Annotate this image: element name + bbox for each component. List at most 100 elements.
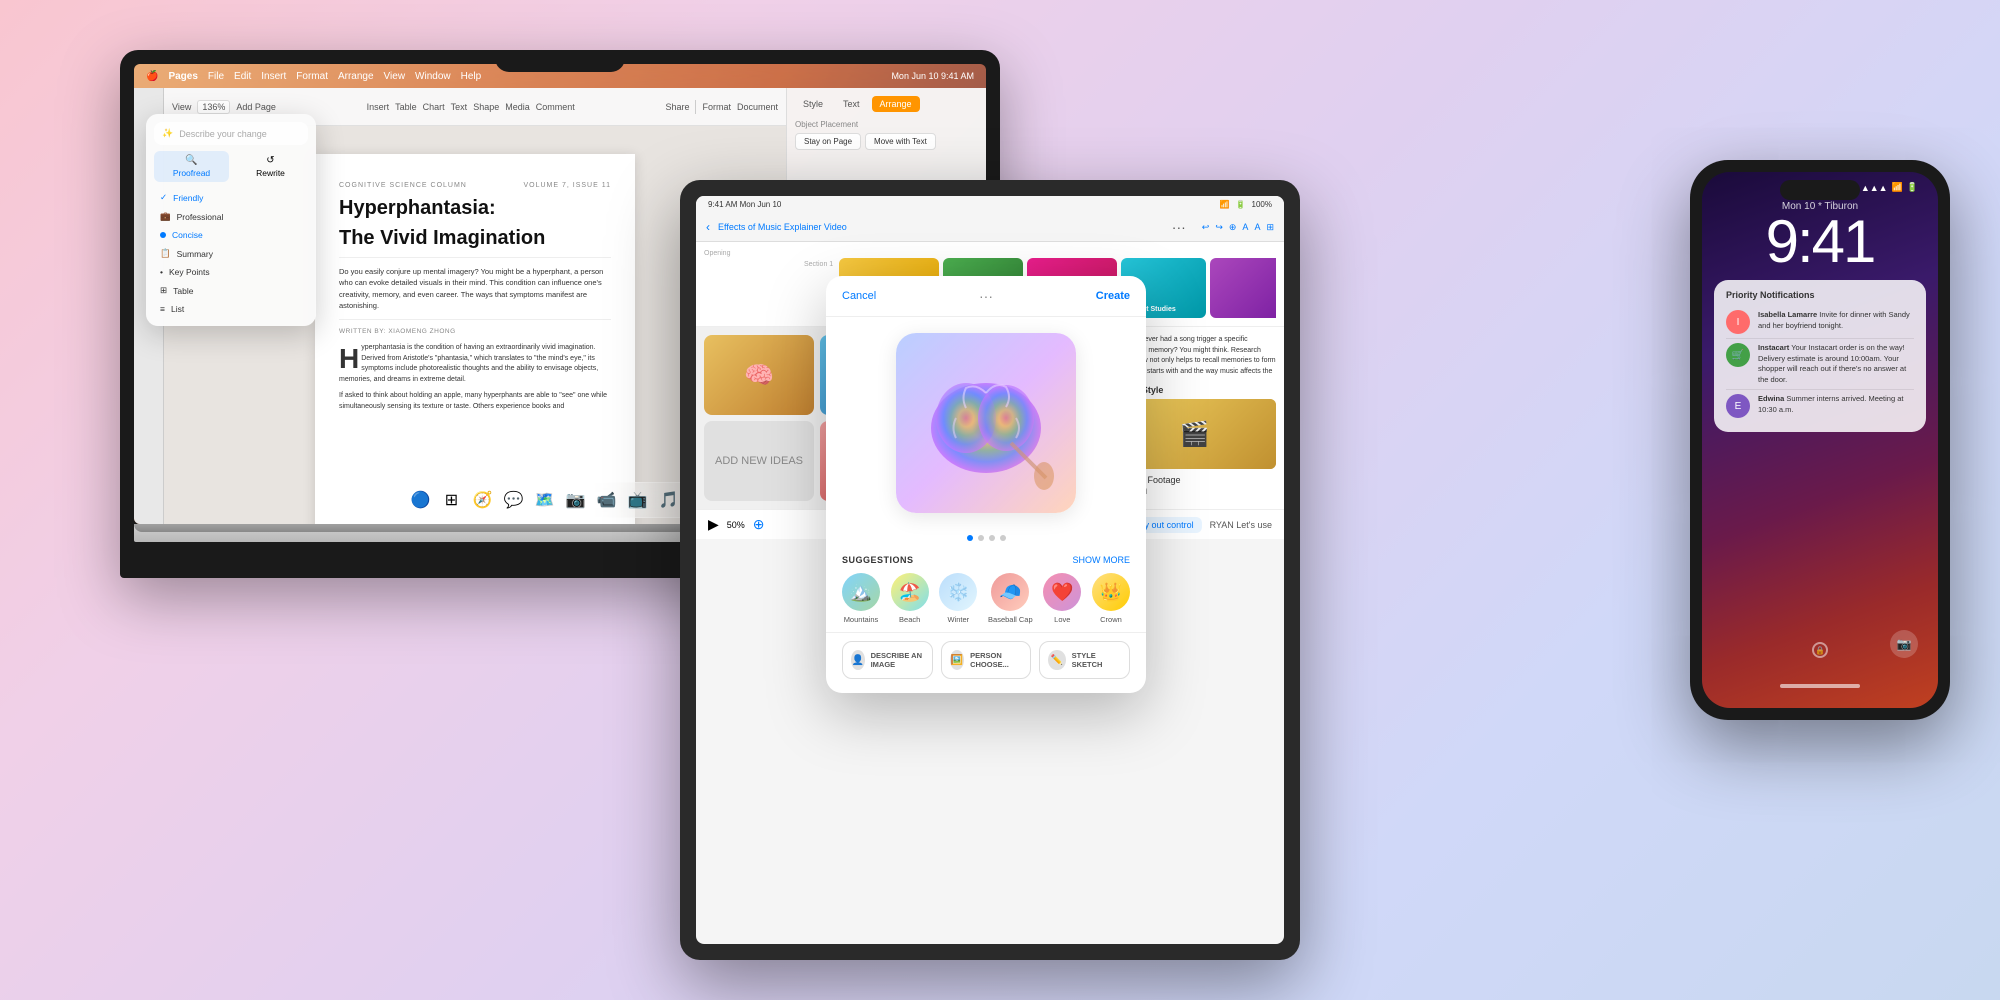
style-sketch-button[interactable]: ✏️ STYLE SKETCH	[1039, 641, 1130, 679]
doc-author: WRITTEN BY: XIAOMENG ZHONG	[339, 328, 611, 335]
ai-menu-professional[interactable]: 💼 Professional	[154, 207, 308, 226]
toolbar-zoom[interactable]: 136%	[197, 100, 230, 114]
menu-format[interactable]: Format	[296, 71, 328, 82]
modal-create-button[interactable]: Create	[1096, 290, 1130, 302]
dock-maps[interactable]: 🗺️	[531, 486, 559, 514]
toolbar-shape[interactable]: Shape	[473, 102, 499, 112]
image-glow	[896, 333, 1076, 513]
toolbar-chart[interactable]: Chart	[423, 102, 445, 112]
modal-suggestions: SUGGESTIONS SHOW MORE 🏔️ Mountains 🏖️ Be…	[826, 547, 1146, 632]
menu-window[interactable]: Window	[415, 71, 451, 82]
list-icon: ≡	[160, 304, 165, 314]
play-icon[interactable]: ▶	[708, 516, 719, 533]
baseball-label: Baseball Cap	[988, 615, 1033, 624]
ipad-more-icon[interactable]: ···	[1172, 219, 1186, 235]
timeline-opening-label: Opening	[704, 250, 833, 257]
modal-cancel-button[interactable]: Cancel	[842, 290, 876, 302]
ai-menu-summary[interactable]: 📋 Summary	[154, 244, 308, 263]
dock-safari[interactable]: 🧭	[469, 486, 497, 514]
zoom-control[interactable]: ⊕	[753, 516, 765, 533]
pages-document: COGNITIVE SCIENCE COLUMN VOLUME 7, ISSUE…	[315, 154, 635, 524]
crown-icon: 👑	[1092, 573, 1130, 611]
ai-menu-list[interactable]: ≡ List	[154, 300, 308, 318]
describe-image-button[interactable]: 👤 DESCRIBE AN IMAGE	[842, 641, 933, 679]
toolbar-share[interactable]: Share	[665, 102, 689, 112]
menu-file[interactable]: File	[208, 71, 224, 82]
dock-launchpad[interactable]: ⊞	[438, 486, 466, 514]
redo-icon[interactable]: ↪	[1215, 222, 1223, 233]
dock-music[interactable]: 🎵	[655, 486, 683, 514]
sketch-icon: ✏️	[1048, 650, 1065, 670]
toolbar-view[interactable]: View	[172, 102, 191, 112]
undo-icon[interactable]: ↩	[1202, 222, 1210, 233]
iphone-clock: 9:41	[1702, 212, 1938, 272]
rewrite-button[interactable]: ↺ Rewrite	[233, 151, 308, 182]
toolbar-media[interactable]: Media	[505, 102, 530, 112]
suggestions-title: SUGGESTIONS	[842, 555, 914, 565]
modal-bottom: 👤 DESCRIBE AN IMAGE 🖼️ PERSON CHOOSE... …	[826, 632, 1146, 693]
ipad-back-label[interactable]: Effects of Music Explainer Video	[718, 222, 847, 232]
dock-facetime[interactable]: 📹	[593, 486, 621, 514]
sparkle-icon: ✨	[162, 128, 173, 139]
clip-5[interactable]	[1210, 258, 1276, 318]
suggestion-love[interactable]: ❤️ Love	[1043, 573, 1081, 624]
ai-describe-input[interactable]: ✨ Describe your change	[154, 122, 308, 145]
ai-menu-table[interactable]: ⊞ Table	[154, 281, 308, 300]
doc-body-p2: If asked to think about holding an apple…	[339, 391, 611, 412]
menu-edit[interactable]: Edit	[234, 71, 251, 82]
camera-icon[interactable]: 📷	[1890, 630, 1918, 658]
suggestion-baseball[interactable]: 🧢 Baseball Cap	[988, 573, 1033, 624]
dock-messages[interactable]: 💬	[500, 486, 528, 514]
text-format-a-icon[interactable]: A	[1242, 222, 1248, 233]
show-more-button[interactable]: SHOW MORE	[1073, 555, 1131, 565]
ai-menu-friendly[interactable]: ✓ Friendly	[154, 188, 308, 207]
move-with-text-button[interactable]: Move with Text	[865, 133, 936, 150]
toolbar-document[interactable]: Document	[737, 102, 778, 112]
menu-arrange[interactable]: Arrange	[338, 71, 374, 82]
suggestion-winter[interactable]: ❄️ Winter	[939, 573, 977, 624]
toolbar-addpage[interactable]: Add Page	[236, 102, 276, 112]
modal-more-icon[interactable]: ···	[979, 288, 993, 304]
battery-pct: 100%	[1252, 200, 1272, 209]
toolbar-text[interactable]: Text	[451, 102, 468, 112]
instacart-avatar: 🛒	[1726, 343, 1750, 367]
edwina-text: Edwina Summer interns arrived. Meeting a…	[1758, 394, 1914, 415]
crown-label: Crown	[1092, 615, 1130, 624]
toolbar-comment[interactable]: Comment	[536, 102, 575, 112]
ipad-back-icon[interactable]: ‹	[706, 220, 710, 234]
dock-finder[interactable]: 🔵	[407, 486, 435, 514]
ai-placeholder: Describe your change	[179, 129, 267, 139]
baseball-icon: 🧢	[991, 573, 1029, 611]
suggestion-crown[interactable]: 👑 Crown	[1092, 573, 1130, 624]
wifi-icon: 📶	[1220, 200, 1230, 209]
proofread-button[interactable]: 🔍 Proofread	[154, 151, 229, 182]
person-choose-button[interactable]: 🖼️ PERSON CHOOSE...	[941, 641, 1032, 679]
menu-view[interactable]: View	[384, 71, 406, 82]
doc-body-main: H yperphantasia is the condition of havi…	[339, 343, 611, 385]
iphone: ▲▲▲ 📶 🔋 Mon 10 * Tiburon 9:41 Priority N…	[1690, 160, 1950, 720]
professional-icon: 💼	[160, 211, 171, 222]
toolbar-insert[interactable]: Insert	[367, 102, 390, 112]
lock-icon[interactable]: 🔒	[1812, 642, 1828, 658]
stay-on-page-button[interactable]: Stay on Page	[795, 133, 861, 150]
dock-tv[interactable]: 📺	[624, 486, 652, 514]
toolbar-format[interactable]: Format	[702, 102, 731, 112]
grid-icon[interactable]: ⊞	[1266, 222, 1274, 233]
ai-menu-concise[interactable]: Concise	[154, 226, 308, 244]
suggestion-beach[interactable]: 🏖️ Beach	[891, 573, 929, 624]
inspector-tab-style[interactable]: Style	[795, 96, 831, 112]
ai-menu-keypoints[interactable]: • Key Points	[154, 263, 308, 281]
macbook-notch	[495, 50, 625, 72]
notif-instacart: 🛒 Instacart Your Instacart order is on t…	[1726, 339, 1914, 390]
toolbar-table[interactable]: Table	[395, 102, 417, 112]
inspector-tab-arrange[interactable]: Arrange	[872, 96, 920, 112]
menu-help[interactable]: Help	[461, 71, 482, 82]
inspector-tab-text[interactable]: Text	[835, 96, 868, 112]
text-format-a2-icon[interactable]: A	[1254, 222, 1260, 233]
dock-photos[interactable]: 📷	[562, 486, 590, 514]
suggestion-mountains[interactable]: 🏔️ Mountains	[842, 573, 880, 624]
menu-insert[interactable]: Insert	[261, 71, 286, 82]
priority-notifications-card: Priority Notifications I Isabella Lamarr…	[1714, 280, 1926, 432]
app-name: Pages	[168, 71, 197, 82]
add-icon[interactable]: ⊕	[1229, 222, 1237, 233]
